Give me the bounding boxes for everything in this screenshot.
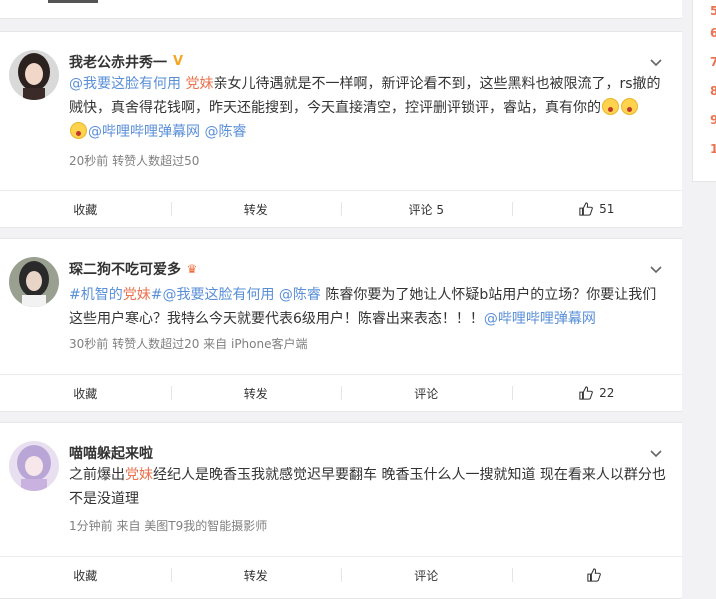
sidebar-hot-list: 5 6 7 8 9 1	[692, 0, 716, 182]
post-text: 经纪人是晚香玉我就感觉迟早要翻车 晚香玉什么人一搜就知道 现在看来人以群分也不是…	[69, 467, 666, 507]
username[interactable]: 我老公赤井秀一 V	[69, 52, 185, 72]
username-text[interactable]: 琛二狗不吃可爱多	[69, 259, 181, 279]
like-count: 51	[599, 202, 615, 216]
comment-label: 评论 5	[408, 202, 444, 217]
post-actions: 收藏 转发 评论 5 51	[0, 190, 682, 227]
rank-number: 8	[710, 84, 716, 98]
repost-label: 转发	[243, 568, 268, 583]
username[interactable]: 琛二狗不吃可爱多 ♛	[69, 259, 199, 279]
chevron-down-icon[interactable]	[648, 445, 664, 461]
post-meta: 1分钟前 来自 美图T9我的智能摄影师	[69, 519, 268, 533]
comment-label: 评论	[414, 386, 439, 401]
comment-button[interactable]: 评论	[341, 375, 512, 411]
emoji-icon	[621, 98, 638, 115]
favorite-label: 收藏	[73, 386, 98, 401]
favorite-button[interactable]: 收藏	[0, 375, 171, 411]
post-content: 之前爆出党妹经纪人是晚香玉我就感觉迟早要翻车 晚香玉什么人一搜就知道 现在看来人…	[69, 463, 667, 511]
rank-number: 7	[710, 55, 716, 69]
chevron-down-icon[interactable]	[648, 54, 664, 70]
previous-post-bottom	[0, 0, 682, 19]
rank-number: 1	[710, 142, 716, 156]
repost-button[interactable]: 转发	[170, 191, 342, 227]
post-meta: 30秒前 转赞人数超过20 来自 iPhone客户端	[69, 337, 308, 351]
comment-button[interactable]: 评论	[341, 557, 512, 593]
emoji-icon	[70, 122, 87, 139]
like-button[interactable]	[511, 557, 683, 593]
chevron-down-icon[interactable]	[648, 261, 664, 277]
post-meta: 20秒前 转赞人数超过50	[69, 154, 200, 168]
post-actions: 收藏 转发 评论	[0, 556, 682, 593]
mention-link[interactable]: @陈睿	[204, 124, 246, 140]
like-count: 22	[599, 386, 615, 400]
post-text: 之前爆出	[69, 467, 125, 483]
keyword-highlight[interactable]: 党妹	[185, 76, 213, 92]
username-text[interactable]: 我老公赤井秀一	[69, 52, 167, 72]
thumbs-up-icon	[579, 202, 593, 216]
comment-button[interactable]: 评论 5	[341, 191, 512, 227]
repost-label: 转发	[243, 202, 268, 217]
emoji-icon	[602, 98, 619, 115]
favorite-label: 收藏	[73, 568, 98, 583]
thumbs-up-icon	[579, 386, 593, 400]
favorite-button[interactable]: 收藏	[0, 557, 171, 593]
repost-label: 转发	[243, 386, 268, 401]
favorite-button[interactable]: 收藏	[0, 191, 171, 227]
topic-link[interactable]: #机智的	[69, 287, 123, 303]
crown-badge-icon: ♛	[186, 262, 198, 276]
repost-button[interactable]: 转发	[170, 375, 342, 411]
thumbs-up-icon	[587, 568, 601, 582]
avatar[interactable]	[9, 257, 59, 307]
comment-label: 评论	[414, 568, 439, 583]
like-button[interactable]: 22	[511, 375, 683, 411]
post-card: 喵喵躲起来啦 之前爆出党妹经纪人是晚香玉我就感觉迟早要翻车 晚香玉什么人一搜就知…	[0, 422, 682, 599]
mention-link[interactable]: @我要这脸有何用	[69, 76, 181, 92]
rank-number: 6	[710, 26, 716, 40]
previous-post-image	[48, 0, 98, 3]
post-actions: 收藏 转发 评论 22	[0, 374, 682, 411]
keyword-highlight[interactable]: 党妹	[123, 287, 151, 303]
mention-link[interactable]: @哔哩哔哩弹幕网	[88, 124, 200, 140]
mention-link[interactable]: @我要这脸有何用	[162, 287, 274, 303]
favorite-label: 收藏	[73, 202, 98, 217]
post-card: 我老公赤井秀一 V @我要这脸有何用 党妹亲女儿待遇就是不一样啊，新评论看不到，…	[0, 31, 682, 228]
post-content: @我要这脸有何用 党妹亲女儿待遇就是不一样啊，新评论看不到，这些黑料也被限流了，…	[69, 72, 667, 144]
repost-button[interactable]: 转发	[170, 557, 342, 593]
rank-number: 5	[710, 4, 716, 18]
verified-badge-icon: V	[172, 54, 184, 69]
topic-link-end[interactable]: #	[151, 287, 163, 303]
rank-number: 9	[710, 113, 716, 127]
mention-link[interactable]: @哔哩哔哩弹幕网	[484, 311, 596, 327]
username-text[interactable]: 喵喵躲起来啦	[69, 443, 153, 463]
post-card: 琛二狗不吃可爱多 ♛ #机智的党妹#@我要这脸有何用 @陈睿 陈睿你要为了她让人…	[0, 238, 682, 412]
mention-link[interactable]: @陈睿	[279, 287, 321, 303]
avatar[interactable]	[9, 50, 59, 100]
like-button[interactable]: 51	[511, 191, 683, 227]
avatar[interactable]	[9, 441, 59, 491]
post-content: #机智的党妹#@我要这脸有何用 @陈睿 陈睿你要为了她让人怀疑b站用户的立场？你…	[69, 283, 667, 331]
keyword-highlight[interactable]: 党妹	[125, 467, 153, 483]
username[interactable]: 喵喵躲起来啦	[69, 443, 153, 463]
